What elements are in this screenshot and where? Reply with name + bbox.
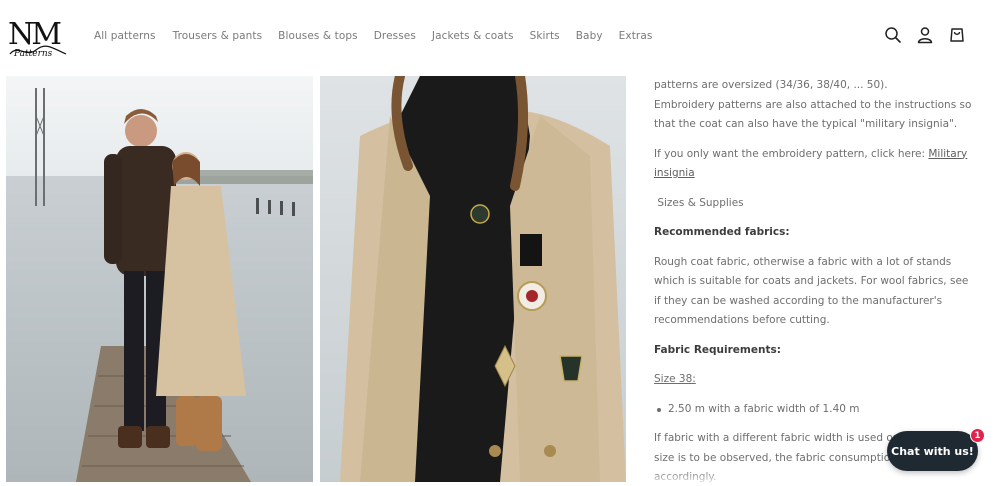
brand-logo[interactable]: NM Patterns — [6, 14, 70, 60]
size-38-label: Size 38: — [654, 370, 974, 390]
cart-icon[interactable] — [948, 26, 966, 44]
list-item: 2.50 m with a fabric width of 1.40 m — [654, 400, 974, 420]
description-sizes-line: patterns are oversized (34/36, 38/40, ..… — [654, 79, 888, 91]
chat-button[interactable]: Chat with us! — [887, 431, 978, 471]
sizes-supplies-label: Sizes & Supplies — [654, 196, 744, 209]
product-description: patterns are oversized (34/36, 38/40, ..… — [654, 76, 974, 486]
site-header: NM Patterns All patterns Trousers & pant… — [0, 0, 1000, 76]
chat-notification-badge: 1 — [970, 428, 985, 443]
fabric-requirements-heading: Fabric Requirements: — [654, 343, 781, 356]
nav-blouses-tops[interactable]: Blouses & tops — [278, 30, 358, 42]
nav-dresses[interactable]: Dresses — [374, 30, 416, 42]
chat-button-label: Chat with us! — [891, 444, 974, 458]
bottom-fade — [640, 470, 1000, 486]
embroidery-link-prefix: If you only want the embroidery pattern,… — [654, 147, 929, 160]
main-nav: All patterns Trousers & pants Blouses & … — [94, 30, 668, 42]
nav-skirts[interactable]: Skirts — [530, 30, 560, 42]
nav-baby[interactable]: Baby — [576, 30, 603, 42]
nav-all-patterns[interactable]: All patterns — [94, 30, 156, 42]
description-embroidery: Embroidery patterns are also attached to… — [654, 98, 972, 131]
account-icon[interactable] — [916, 26, 934, 44]
recommended-fabrics-heading: Recommended fabrics: — [654, 226, 790, 238]
recommended-fabrics-body: Rough coat fabric, otherwise a fabric wi… — [654, 255, 969, 327]
nav-trousers-pants[interactable]: Trousers & pants — [173, 30, 263, 42]
couple-on-pier-photo[interactable] — [6, 76, 313, 482]
nav-extras[interactable]: Extras — [619, 30, 653, 42]
size-38-link[interactable]: Size 38: — [654, 373, 696, 385]
nav-jackets-coats[interactable]: Jackets & coats — [432, 30, 514, 42]
search-icon[interactable] — [884, 26, 902, 44]
coat-closeup-photo[interactable] — [320, 76, 626, 482]
svg-text:NM: NM — [8, 17, 61, 52]
svg-text:Patterns: Patterns — [13, 49, 53, 59]
header-actions — [884, 26, 966, 44]
size-38-list: 2.50 m with a fabric width of 1.40 m — [654, 400, 974, 420]
description-embroidery-link-line: If you only want the embroidery pattern,… — [654, 145, 974, 184]
